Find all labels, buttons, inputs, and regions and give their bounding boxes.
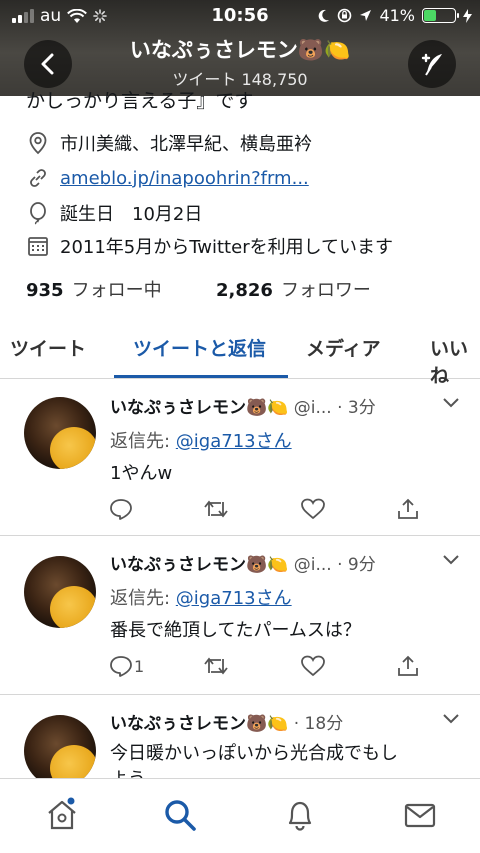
calendar-icon <box>28 237 48 256</box>
like-button[interactable] <box>300 654 326 678</box>
tweet-time: · 18分 <box>293 714 344 734</box>
tweet-author-name: いなぷぅさレモン🐻🍋 <box>110 555 289 575</box>
search-icon[interactable] <box>162 797 198 833</box>
battery-percent: 41% <box>379 6 415 25</box>
reply-prefix: 返信先: <box>110 431 176 452</box>
followers-stat[interactable]: 2,826 フォロワー <box>216 276 371 302</box>
tab-media[interactable]: メディア <box>306 334 381 361</box>
like-button[interactable] <box>300 497 326 521</box>
home-icon[interactable] <box>44 797 80 833</box>
share-icon <box>398 655 418 676</box>
retweet-icon <box>204 657 228 675</box>
joined-row: 2011年5月からTwitterを利用しています <box>26 233 393 259</box>
balloon-icon <box>30 202 46 225</box>
reply-button[interactable]: 1 <box>108 654 144 678</box>
reply-bubble-icon <box>110 656 132 677</box>
battery-icon <box>422 8 459 23</box>
following-stat[interactable]: 935 フォロー中 <box>26 276 162 302</box>
retweet-button[interactable] <box>202 654 230 678</box>
tweet-author-name: いなぷぅさレモン🐻🍋 <box>110 714 289 734</box>
tweet-item[interactable]: いなぷぅさレモン🐻🍋 · 18分 今日暖かいっぽいから光合成でもし よう <box>0 695 480 778</box>
reply-to-link[interactable]: @iga713さん <box>176 431 292 452</box>
charging-bolt-icon <box>463 8 472 23</box>
tweet-time: · 9分 <box>337 555 376 575</box>
tweet-author-name: いなぷぅさレモン🐻🍋 <box>110 398 289 418</box>
avatar[interactable] <box>24 715 96 778</box>
share-button[interactable] <box>396 654 420 678</box>
retweet-icon <box>204 500 228 518</box>
profile-header: au 10:56 41% いなぷぅさレモン🐻🍋 ツイート 148,750 <box>0 0 480 96</box>
tweet-text: 番長で絶頂してたパームスは？ <box>110 620 361 641</box>
retweet-button[interactable] <box>202 497 230 521</box>
reply-prefix: 返信先: <box>110 588 176 609</box>
followers-label: フォロワー <box>280 280 371 301</box>
tweet-handle: @i... <box>293 398 332 418</box>
tweet-actions: 1 <box>108 654 428 680</box>
rotation-lock-icon <box>338 8 352 23</box>
avatar[interactable] <box>24 397 96 469</box>
chevron-down-icon[interactable] <box>442 713 460 725</box>
tweet-text-continued: よう <box>110 765 146 778</box>
location-pin-icon <box>29 132 47 155</box>
joined-text: 2011年5月からTwitterを利用しています <box>60 237 394 258</box>
birthday-row: 誕生日 10月2日 <box>26 200 202 226</box>
tab-tweets-and-replies[interactable]: ツイートと返信 <box>133 334 266 361</box>
tweet-text: 今日暖かいっぽいから光合成でもし <box>110 743 398 764</box>
website-link[interactable]: ameblo.jp/inapoohrin?frm... <box>60 168 309 189</box>
tweet-handle: @i... <box>293 555 332 575</box>
following-count: 935 <box>26 280 64 301</box>
reply-bubble-icon <box>110 499 132 520</box>
bottom-nav <box>0 778 480 853</box>
avatar[interactable] <box>24 556 96 628</box>
heart-icon <box>301 655 325 677</box>
tweet-time: · 3分 <box>337 398 376 418</box>
heart-icon <box>301 498 325 520</box>
share-icon <box>398 498 418 519</box>
reply-count: 1 <box>134 656 145 676</box>
members-text: 市川美織、北澤早紀、横島亜衿 <box>60 134 312 155</box>
chevron-down-icon[interactable] <box>442 554 460 566</box>
followers-count: 2,826 <box>216 280 273 301</box>
location-arrow-icon <box>360 10 372 21</box>
tweet-actions <box>108 497 428 523</box>
messages-envelope-icon[interactable] <box>402 797 438 833</box>
active-tab-indicator <box>114 375 288 378</box>
tweet-text: 1やんw <box>110 463 173 484</box>
link-icon <box>30 169 46 187</box>
reply-button[interactable] <box>108 497 134 521</box>
tweet-item[interactable]: いなぷぅさレモン🐻🍋 @i... · 3分 返信先: @iga713さん 1やん… <box>0 379 480 536</box>
following-label: フォロー中 <box>71 280 162 301</box>
share-button[interactable] <box>396 497 420 521</box>
moon-icon <box>319 9 330 22</box>
birthday-text: 誕生日 10月2日 <box>60 204 203 225</box>
website-row: ameblo.jp/inapoohrin?frm... <box>26 166 309 190</box>
tab-tweets[interactable]: ツイート <box>10 334 86 361</box>
bio-text: かしっかり言える子』です <box>26 90 254 112</box>
status-bar: au 10:56 41% <box>0 0 480 32</box>
compose-feather-icon <box>421 53 442 76</box>
chevron-down-icon[interactable] <box>442 397 460 409</box>
reply-to-link[interactable]: @iga713さん <box>176 588 292 609</box>
profile-tabs: ツイート ツイートと返信 メディア いいね <box>0 326 480 387</box>
notifications-bell-icon[interactable] <box>282 797 318 833</box>
tweet-item[interactable]: いなぷぅさレモン🐻🍋 @i... · 9分 返信先: @iga713さん 番長で… <box>0 536 480 695</box>
members-row: 市川美織、北澤早紀、横島亜衿 <box>26 130 312 156</box>
compose-tweet-button[interactable] <box>408 40 456 88</box>
